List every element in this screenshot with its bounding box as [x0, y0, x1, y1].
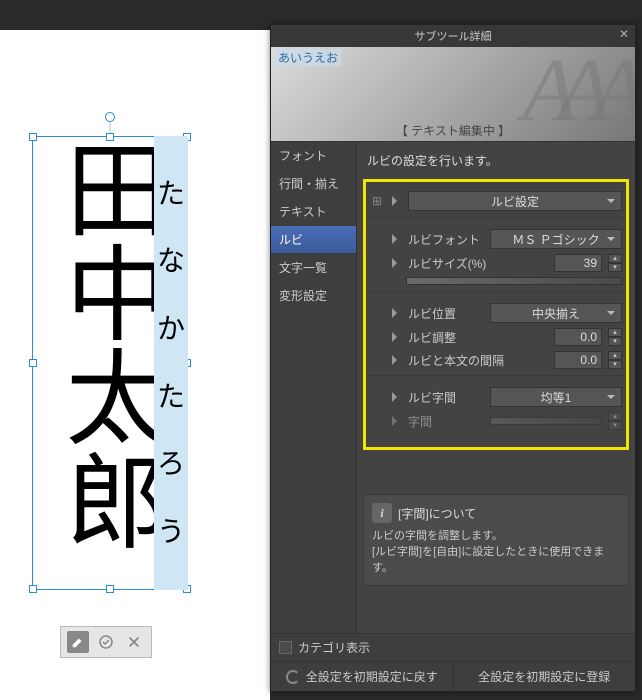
expand-icon[interactable] [392, 234, 402, 244]
expand-icon [392, 416, 402, 426]
info-heading: [字間]について [398, 505, 476, 522]
category-line-align[interactable]: 行間・揃え [271, 170, 356, 198]
expand-icon[interactable] [392, 392, 402, 402]
category-char-list[interactable]: 文字一覧 [271, 254, 356, 282]
reset-icon [286, 670, 300, 684]
expand-icon[interactable] [392, 196, 402, 206]
settings-description: ルビの設定を行います。 [367, 152, 629, 169]
ruby-adjust-value[interactable]: 0.0 [554, 328, 602, 346]
close-icon[interactable]: ✕ [619, 27, 629, 41]
ruby-position-select[interactable]: 中央揃え [490, 303, 622, 323]
ruby-letterspace-stepper: ▴▾ [608, 412, 622, 430]
info-icon: i [372, 503, 392, 523]
ruby-char: う [157, 518, 185, 546]
expand-icon[interactable] [392, 258, 402, 268]
ruby-settings-select[interactable]: ルビ設定 [408, 191, 622, 211]
ruby-font-label: ルビフォント [408, 231, 484, 248]
subtool-detail-panel: サブツール詳細 ✕ あいうえお AAA 【 テキスト編集中 】 フォント 行間・… [270, 24, 636, 692]
settings-column: ルビの設定を行います。 ⊞ ルビ設定 ルビフォント ＭＳ Ｐゴシック [357, 142, 635, 633]
info-line: [ルビ字間]を[自由]に設定したときに使用できます。 [372, 543, 620, 575]
ruby-letterspace-label: 字間 [408, 413, 484, 430]
ruby-char: な [157, 247, 185, 275]
reset-all-label: 全設定を初期設定に戻す [306, 668, 438, 685]
category-transform[interactable]: 変形設定 [271, 282, 356, 310]
panel-preview: あいうえお AAA 【 テキスト編集中 】 [271, 47, 635, 141]
category-list: フォント 行間・揃え テキスト ルビ 文字一覧 変形設定 [271, 142, 357, 633]
ruby-spacing-select[interactable]: 均等1 [490, 387, 622, 407]
resize-handle-ml[interactable] [29, 359, 37, 367]
canvas-area: 田中太郎 た な か た ろ う [0, 30, 270, 700]
ruby-char: ろ [157, 450, 185, 478]
main-text[interactable]: 田中太郎 [42, 136, 162, 552]
preview-status: 【 テキスト編集中 】 [271, 122, 635, 139]
expand-icon[interactable] [392, 308, 402, 318]
ruby-size-slider[interactable] [406, 277, 622, 285]
category-font[interactable]: フォント [271, 142, 356, 170]
ruby-gap-value[interactable]: 0.0 [554, 351, 602, 369]
panel-title: サブツール詳細 [415, 31, 492, 43]
expand-icon[interactable] [392, 355, 402, 365]
rotation-handle[interactable] [105, 112, 115, 122]
text-object[interactable]: 田中太郎 た な か た ろ う [32, 136, 188, 590]
ruby-letterspace-slider [490, 417, 602, 425]
info-line: ルビの字間を調整します。 [372, 527, 620, 543]
panel-footer: カテゴリ表示 全設定を初期設定に戻す 全設定を初期設定に登録 [271, 633, 635, 691]
resize-handle-bl[interactable] [29, 585, 37, 593]
panel-title-bar[interactable]: サブツール詳細 ✕ [271, 25, 635, 47]
ruby-adjust-stepper[interactable]: ▴▾ [608, 328, 622, 346]
register-all-button[interactable]: 全設定を初期設定に登録 [453, 662, 636, 691]
ruby-text[interactable]: た な か た ろ う [154, 136, 188, 590]
ruby-size-label: ルビサイズ(%) [408, 255, 548, 272]
ruby-font-select[interactable]: ＭＳ Ｐゴシック [490, 229, 622, 249]
category-text[interactable]: テキスト [271, 198, 356, 226]
confirm-button[interactable] [95, 631, 117, 653]
resize-handle-bm[interactable] [106, 585, 114, 593]
expand-icon[interactable] [392, 332, 402, 342]
info-box: i [字間]について ルビの字間を調整します。 [ルビ字間]を[自由]に設定した… [363, 494, 629, 586]
ruby-spacing-label: ルビ字間 [408, 389, 484, 406]
preview-sample-text: あいうえお [275, 49, 341, 66]
edit-pencil-button[interactable] [67, 631, 89, 653]
ruby-char: た [157, 180, 185, 208]
resize-handle-tl[interactable] [29, 133, 37, 141]
ruby-char: か [157, 315, 185, 343]
category-show-checkbox[interactable] [279, 641, 292, 654]
ruby-gap-stepper[interactable]: ▴▾ [608, 351, 622, 369]
ruby-gap-label: ルビと本文の間隔 [408, 352, 548, 369]
ruby-size-stepper[interactable]: ▴▾ [608, 254, 622, 272]
reset-all-button[interactable]: 全設定を初期設定に戻す [271, 662, 453, 691]
ruby-adjust-label: ルビ調整 [408, 329, 548, 346]
ruby-position-label: ルビ位置 [408, 305, 484, 322]
show-toggle-icon[interactable]: ⊞ [370, 194, 384, 208]
category-show-label: カテゴリ表示 [298, 639, 370, 656]
highlighted-settings-group: ⊞ ルビ設定 ルビフォント ＭＳ Ｐゴシック ルビサイズ(%) [363, 179, 629, 450]
ruby-char: た [157, 383, 185, 411]
ruby-size-value[interactable]: 39 [554, 254, 602, 272]
cancel-button[interactable] [123, 631, 145, 653]
text-edit-toolbar [60, 626, 152, 658]
register-all-label: 全設定を初期設定に登録 [478, 668, 610, 685]
category-ruby[interactable]: ルビ [271, 226, 356, 254]
